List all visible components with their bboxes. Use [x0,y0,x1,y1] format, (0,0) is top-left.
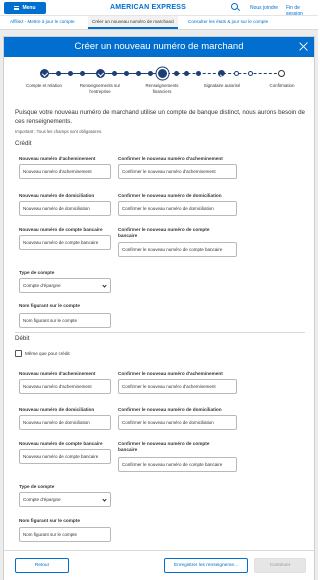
debit-domicile-label: Nouveau numéro de domiciliation [19,407,95,412]
modal-footer: Retour Enregistrer les renseigneme... Co… [4,550,314,580]
progress-stepper: Compte et relation Renseignements sur l'… [4,64,314,106]
credit-domicile-confirm-input[interactable]: Confirmer le nouveau numéro de domicilia… [118,201,237,216]
step-label-2: Renseignements sur l'entreprise [79,83,121,94]
debit-account-confirm-label: Confirmer le nouveau numéro de compte ba… [118,441,210,452]
intro-text: Puisque votre nouveau numéro de marchand… [15,109,305,125]
credit-account-confirm-label: Confirmer le nouveau numéro de compte ba… [118,227,210,238]
menu-label: Menu [22,5,36,11]
step-label-5: Confirmation [269,83,295,88]
brand-logo[interactable]: AMERICAN EXPRESS [110,4,186,11]
hamburger-icon [14,6,20,10]
step-4-icon [218,70,225,77]
credit-account-label: Nouveau numéro de compte bancaire [19,227,103,232]
credit-domicile-confirm-label: Confirmer le nouveau numéro de domicilia… [118,193,222,198]
debit-section-title: Débit [15,335,30,342]
close-icon[interactable] [299,42,308,51]
modal-header: Créer un nouveau numéro de marchand [4,37,314,57]
step-label-1: Compte et relation [26,83,62,88]
tab-statements[interactable]: Consulter les états & jour sur le compte [188,19,268,24]
save-button[interactable]: Enregistrer les renseigneme... [164,558,248,573]
debit-domicile-confirm-label: Confirmer le nouveau numéro de domicilia… [118,407,222,412]
credit-transit-confirm-input[interactable]: Confirmer le nouveau numéro d'achemineme… [118,164,237,179]
step-sub-dot [196,71,201,76]
step-label-4: Signataire autorisé [203,83,241,88]
step-5-icon [278,70,285,77]
step-2-complete-icon [96,69,105,78]
step-sub-dot [248,71,253,76]
tab-new-merchant-number[interactable]: Créer un nouveau numéro de marchand [88,16,178,29]
credit-transit-label: Nouveau numéro d'acheminement [19,156,96,161]
credit-account-type-label: Type de compte [19,270,55,275]
debit-account-input[interactable]: Nouveau numéro de compte bancaire [19,449,111,464]
step-sub-dot [174,71,179,76]
credit-transit-input[interactable]: Nouveau numéro d'acheminement [19,164,111,179]
step-3-current-icon [158,69,167,78]
step-sub-dot [112,71,117,76]
contact-link[interactable]: Nous joindre [250,5,278,11]
continue-button[interactable]: Continuer [254,558,306,573]
credit-domicile-input[interactable]: Nouveau numéro de domiciliation [19,201,111,216]
credit-domicile-label: Nouveau numéro de domiciliation [19,193,95,198]
debit-account-confirm-input[interactable]: Confirmer le nouveau numéro de compte ba… [118,457,237,472]
step-sub-dot [184,71,189,76]
credit-name-input[interactable]: Nom figurant sur le compte [19,313,111,328]
search-icon[interactable] [231,3,238,10]
step-sub-dot [56,71,61,76]
chevron-down-icon [102,497,107,502]
step-sub-dot [68,71,73,76]
step-sub-dot [148,71,153,76]
debit-transit-input[interactable]: Nouveau numéro d'acheminement [19,379,111,394]
same-as-credit-checkbox[interactable] [15,350,22,357]
credit-account-type-select[interactable]: Compte d'épargne [19,278,111,293]
step-sub-dot [124,71,129,76]
tab-affiliation[interactable]: Affiliez - Mettre à jour le compte [10,19,75,24]
debit-transit-confirm-input[interactable]: Confirmer le nouveau numéro d'achemineme… [118,379,237,394]
credit-name-label: Nom figurant sur le compte [19,303,80,308]
step-sub-dot [136,71,141,76]
new-merchant-modal: Créer un nouveau numéro de marchand Comp… [3,36,315,580]
same-as-credit-label[interactable]: Même que pour crédit [25,351,70,356]
debit-transit-label: Nouveau numéro d'acheminement [19,371,96,376]
debit-account-type-value: Compte d'épargne [23,497,61,502]
sub-navigation: Affiliez - Mettre à jour le compte Créer… [0,16,318,30]
debit-account-type-label: Type de compte [19,484,55,489]
debit-name-label: Nom figurant sur le compte [19,518,80,523]
chevron-down-icon [102,283,107,288]
debit-transit-confirm-label: Confirmer le nouveau numéro d'achemineme… [118,371,223,376]
credit-transit-confirm-label: Confirmer le nouveau numéro d'achemineme… [118,156,223,161]
step-sub-dot [234,71,239,76]
credit-section-title: Crédit [15,140,32,147]
credit-account-confirm-input[interactable]: Confirmer le nouveau numéro de compte ba… [118,242,237,257]
debit-account-label: Nouveau numéro de compte bancaire [19,441,103,446]
debit-domicile-confirm-input[interactable]: Confirmer le nouveau numéro de domicilia… [118,415,237,430]
required-note: Important : Tous les champs sont obligat… [15,129,103,134]
debit-name-input[interactable]: Nom figurant sur le compte [19,527,111,542]
section-divider [15,332,305,333]
menu-button[interactable]: Menu [4,2,46,14]
debit-account-type-select[interactable]: Compte d'épargne [19,492,111,507]
modal-title: Créer un nouveau numéro de marchand [74,41,244,52]
credit-account-type-value: Compte d'épargne [23,283,61,288]
step-1-complete-icon [40,69,49,78]
step-sub-dot [80,71,85,76]
back-button[interactable]: Retour [15,558,69,573]
credit-account-input[interactable]: Nouveau numéro de compte bancaire [19,235,111,250]
step-label-3: Renseignements financiers [145,83,179,94]
top-bar: Menu AMERICAN EXPRESS Nous joindre Fin d… [0,0,318,17]
debit-domicile-input[interactable]: Nouveau numéro de domiciliation [19,415,111,430]
